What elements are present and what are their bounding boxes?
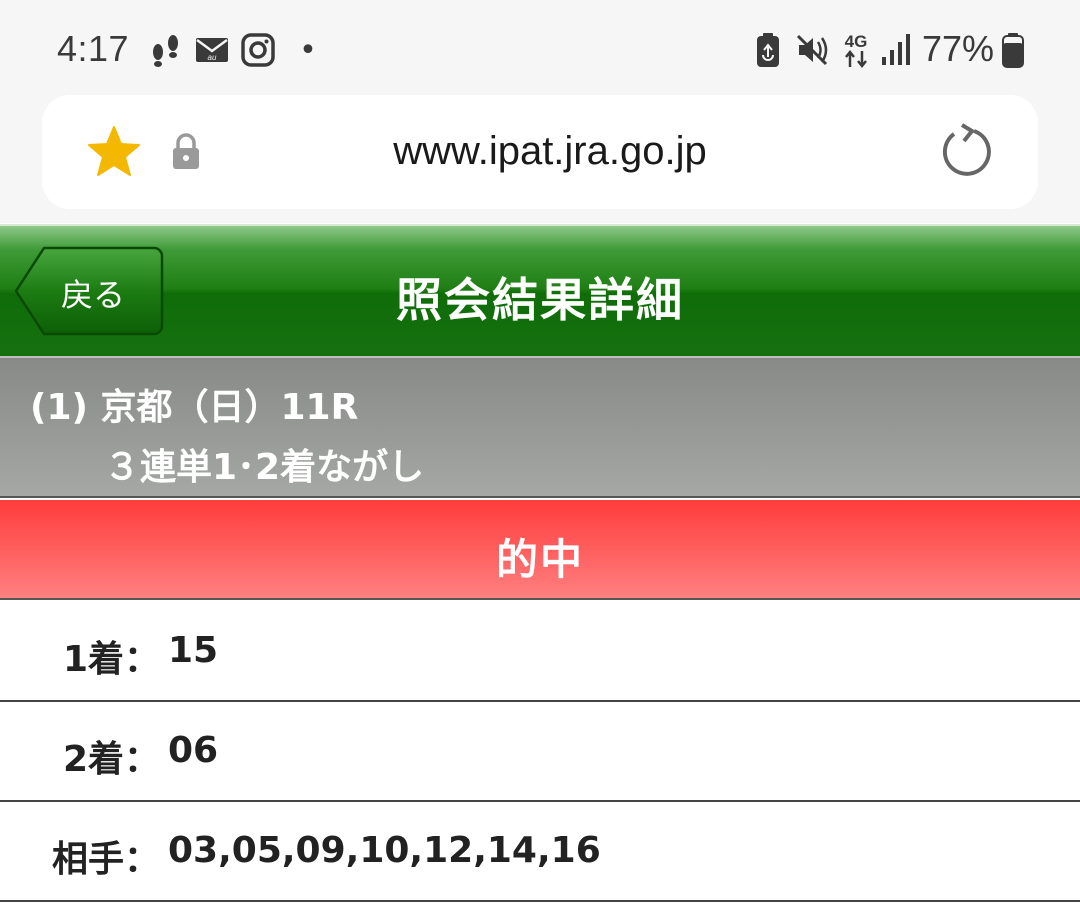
svg-text:au: au xyxy=(208,53,217,62)
url-text[interactable]: www.ipat.jra.go.jp xyxy=(42,129,1038,174)
network-label: 4G xyxy=(844,31,868,51)
row-value: 06 xyxy=(168,730,219,771)
battery-percent: 77% xyxy=(922,28,995,69)
battery-saver-icon xyxy=(754,30,782,70)
result-label: 的中 xyxy=(495,535,584,584)
row-label: 相手： xyxy=(51,839,160,880)
result-row-partners: 相手： 03,05,09,10,12,14,16 xyxy=(0,802,1080,902)
row-label: 1着： xyxy=(62,639,160,680)
au-mail-icon: au xyxy=(194,30,230,70)
notification-dot: • xyxy=(299,32,317,68)
bet-type: ３連単1･2着ながし xyxy=(104,447,425,488)
result-row-second: 2着： 06 xyxy=(0,702,1080,802)
signal-icon xyxy=(880,30,912,70)
app-header: 戻る 照会結果詳細 xyxy=(0,224,1080,356)
row-label: 2着： xyxy=(62,739,160,780)
status-bar: 4:17 au • 4G 77% xyxy=(0,0,1080,95)
row-value: 03,05,09,10,12,14,16 xyxy=(168,830,601,871)
race-venue: (1) 京都（日）11R xyxy=(30,387,359,428)
battery-icon xyxy=(1000,30,1026,70)
page-title: 照会結果詳細 xyxy=(396,273,684,327)
row-value: 15 xyxy=(168,630,219,671)
footsteps-icon xyxy=(148,30,184,70)
race-info: (1) 京都（日）11R ３連単1･2着ながし xyxy=(0,356,1080,498)
instagram-icon xyxy=(240,30,276,70)
browser-url-area: www.ipat.jra.go.jp xyxy=(0,95,1080,223)
status-time: 4:17 xyxy=(57,28,130,69)
reload-icon[interactable] xyxy=(938,121,994,185)
result-row-first: 1着： 15 xyxy=(0,602,1080,702)
result-banner: 的中 xyxy=(0,500,1080,600)
mute-vibrate-icon xyxy=(794,30,830,70)
url-bar[interactable]: www.ipat.jra.go.jp xyxy=(42,95,1038,209)
4g-data-icon: 4G xyxy=(840,30,872,70)
